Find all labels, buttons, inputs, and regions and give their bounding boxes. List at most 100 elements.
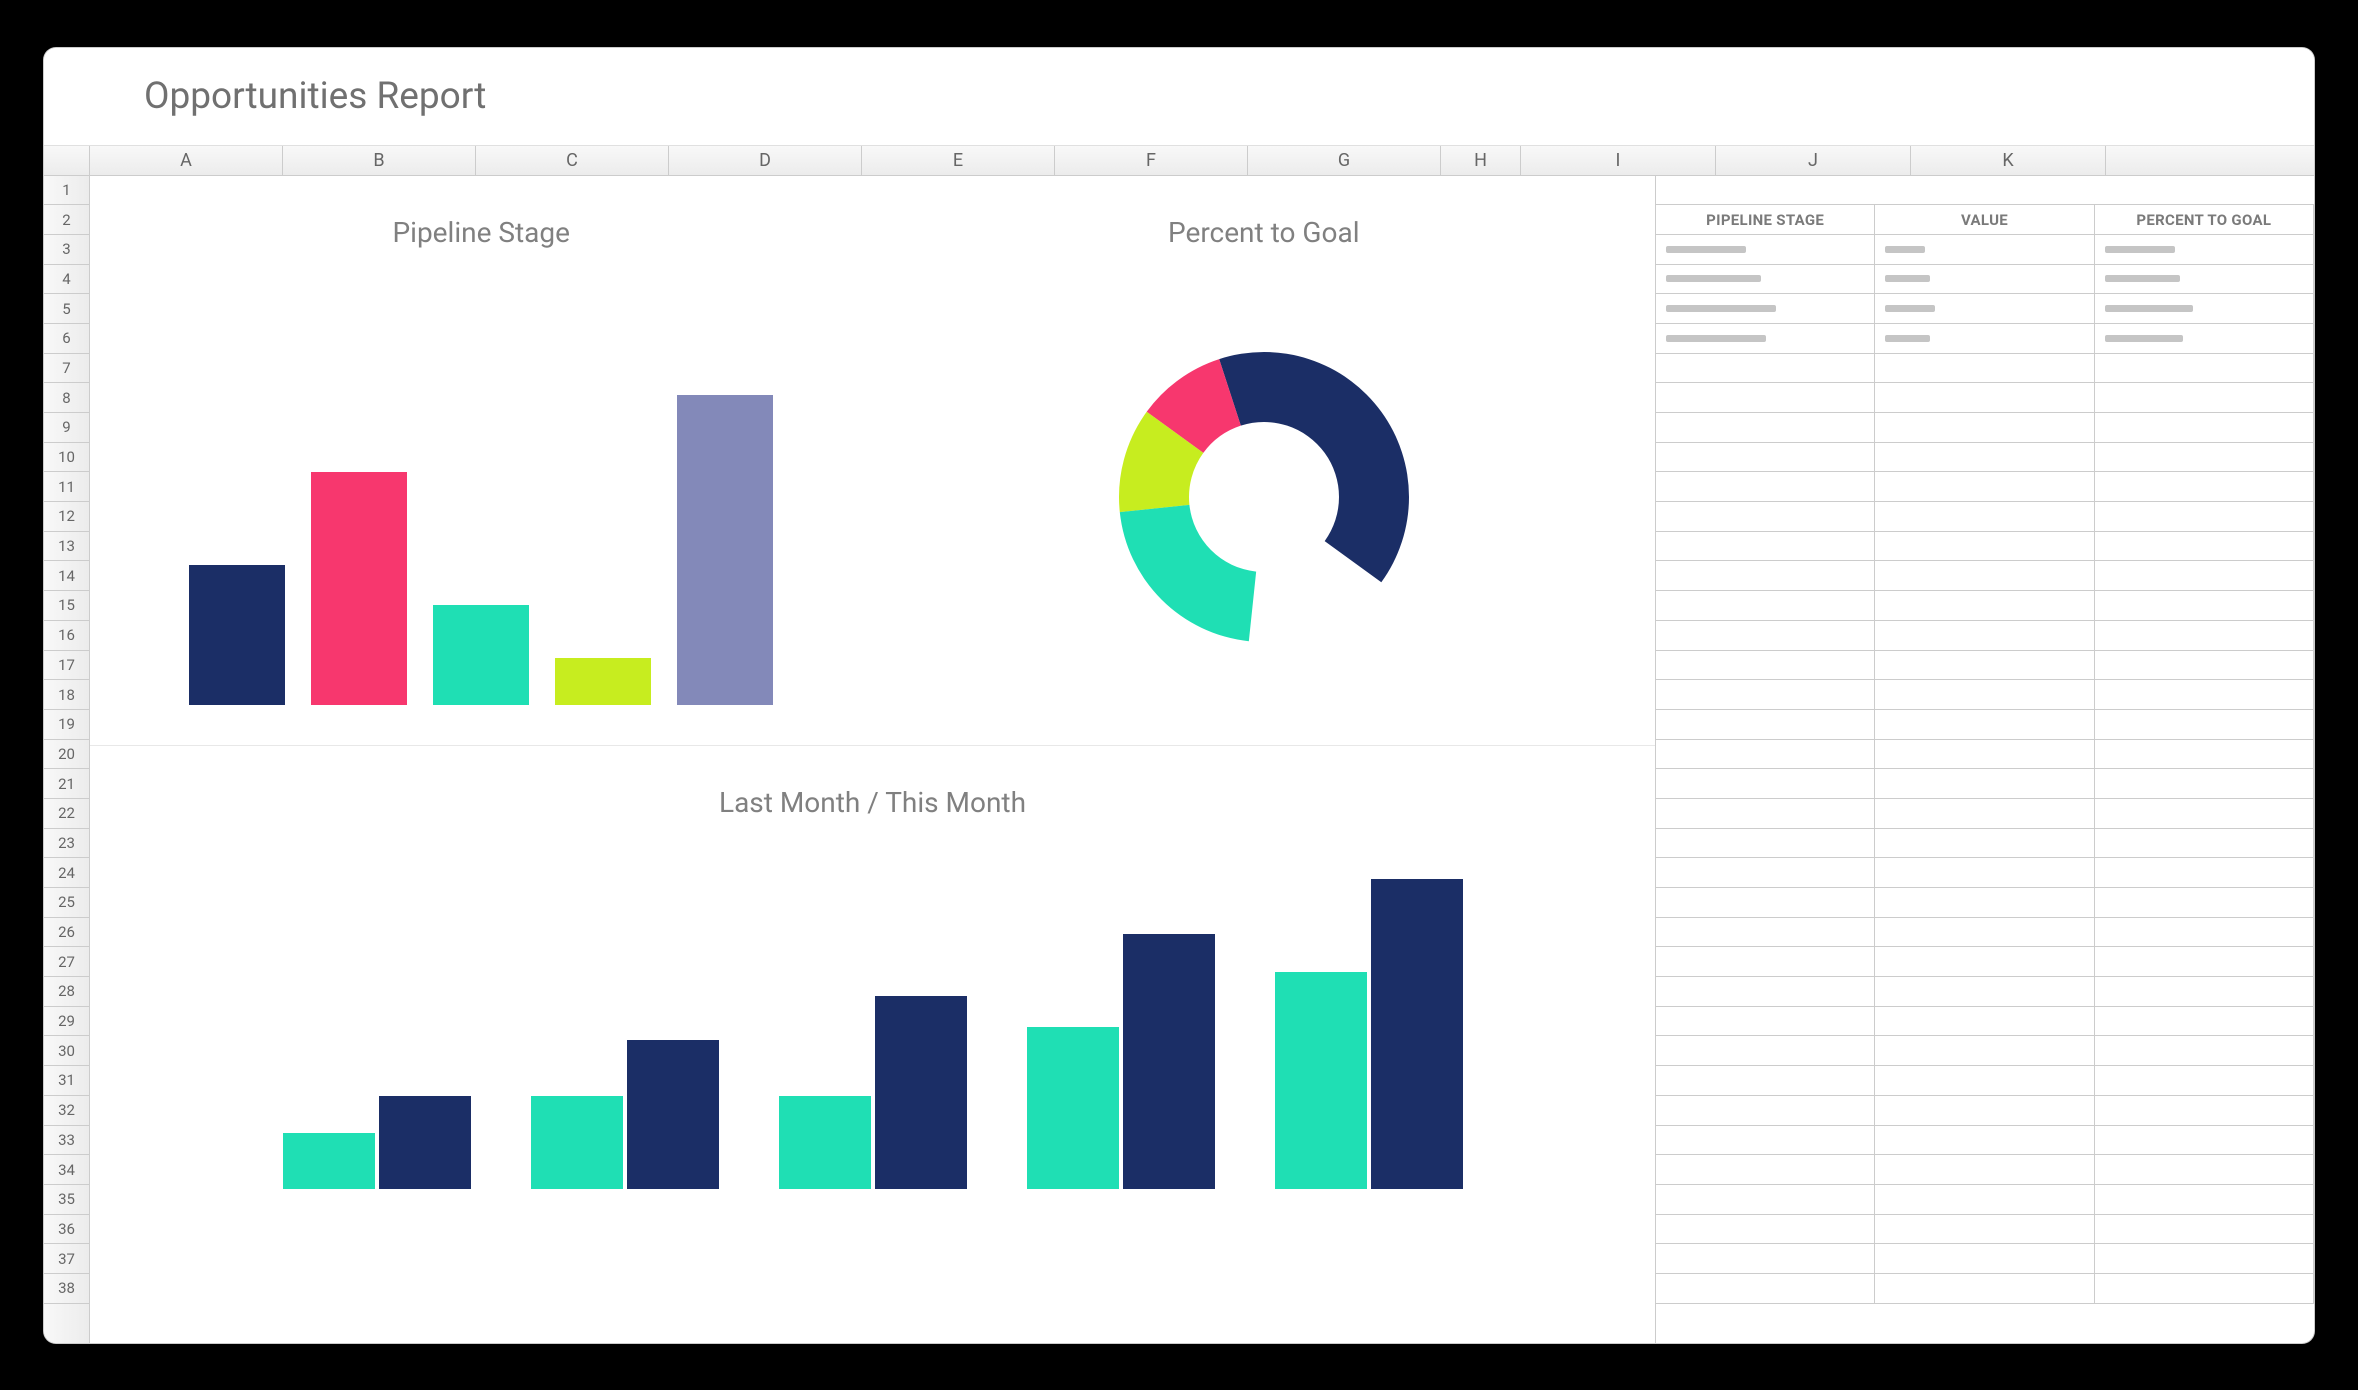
- data-cell[interactable]: [2095, 324, 2314, 353]
- empty-row[interactable]: [1656, 680, 2314, 710]
- empty-row[interactable]: [1656, 413, 2314, 443]
- row-header-16[interactable]: 16: [44, 621, 89, 651]
- data-cell[interactable]: [1875, 235, 2094, 264]
- row-header-17[interactable]: 17: [44, 651, 89, 681]
- empty-cell[interactable]: [2095, 1036, 2314, 1065]
- row-header-4[interactable]: 4: [44, 265, 89, 295]
- data-cell[interactable]: [2095, 294, 2314, 323]
- row-header-22[interactable]: 22: [44, 799, 89, 829]
- empty-cell[interactable]: [2095, 710, 2314, 739]
- empty-cell[interactable]: [2095, 918, 2314, 947]
- empty-cell[interactable]: [1875, 888, 2094, 917]
- row-header-20[interactable]: 20: [44, 740, 89, 770]
- empty-cell[interactable]: [1875, 621, 2094, 650]
- empty-cell[interactable]: [1656, 858, 1875, 887]
- data-header-percent-to-goal[interactable]: PERCENT TO GOAL: [2095, 205, 2314, 234]
- empty-cell[interactable]: [2095, 621, 2314, 650]
- empty-cell[interactable]: [1656, 651, 1875, 680]
- empty-cell[interactable]: [1875, 1244, 2094, 1273]
- empty-cell[interactable]: [1656, 1215, 1875, 1244]
- empty-cell[interactable]: [1656, 532, 1875, 561]
- empty-cell[interactable]: [2095, 413, 2314, 442]
- column-header-J[interactable]: J: [1716, 146, 1911, 175]
- column-header-F[interactable]: F: [1055, 146, 1248, 175]
- data-cell[interactable]: [1875, 265, 2094, 294]
- empty-row[interactable]: [1656, 1185, 2314, 1215]
- empty-row[interactable]: [1656, 1066, 2314, 1096]
- row-header-36[interactable]: 36: [44, 1215, 89, 1245]
- empty-cell[interactable]: [1875, 799, 2094, 828]
- empty-row[interactable]: [1656, 621, 2314, 651]
- empty-cell[interactable]: [1875, 354, 2094, 383]
- empty-cell[interactable]: [2095, 740, 2314, 769]
- empty-cell[interactable]: [1875, 561, 2094, 590]
- column-header-B[interactable]: B: [283, 146, 476, 175]
- empty-cell[interactable]: [1656, 591, 1875, 620]
- empty-cell[interactable]: [2095, 1155, 2314, 1184]
- empty-cell[interactable]: [1875, 858, 2094, 887]
- empty-row[interactable]: [1656, 502, 2314, 532]
- empty-row[interactable]: [1656, 918, 2314, 948]
- row-header-29[interactable]: 29: [44, 1007, 89, 1037]
- empty-cell[interactable]: [1875, 1007, 2094, 1036]
- row-header-35[interactable]: 35: [44, 1185, 89, 1215]
- empty-row[interactable]: [1656, 1096, 2314, 1126]
- empty-cell[interactable]: [1875, 680, 2094, 709]
- column-header-E[interactable]: E: [862, 146, 1055, 175]
- column-header-G[interactable]: G: [1248, 146, 1441, 175]
- empty-cell[interactable]: [2095, 829, 2314, 858]
- row-header-6[interactable]: 6: [44, 324, 89, 354]
- empty-cell[interactable]: [1875, 472, 2094, 501]
- empty-row[interactable]: [1656, 1007, 2314, 1037]
- empty-row[interactable]: [1656, 977, 2314, 1007]
- row-header-32[interactable]: 32: [44, 1096, 89, 1126]
- column-header-H[interactable]: H: [1441, 146, 1521, 175]
- column-header-C[interactable]: C: [476, 146, 669, 175]
- empty-cell[interactable]: [1875, 769, 2094, 798]
- empty-row[interactable]: [1656, 1274, 2314, 1304]
- empty-cell[interactable]: [1656, 1066, 1875, 1095]
- row-header-26[interactable]: 26: [44, 918, 89, 948]
- empty-cell[interactable]: [1656, 1036, 1875, 1065]
- empty-cell[interactable]: [1656, 710, 1875, 739]
- empty-cell[interactable]: [1875, 1274, 2094, 1303]
- empty-cell[interactable]: [1656, 918, 1875, 947]
- corner-cell[interactable]: [44, 146, 90, 175]
- row-header-33[interactable]: 33: [44, 1126, 89, 1156]
- empty-row[interactable]: [1656, 858, 2314, 888]
- empty-cell[interactable]: [2095, 472, 2314, 501]
- empty-cell[interactable]: [1656, 502, 1875, 531]
- empty-cell[interactable]: [2095, 383, 2314, 412]
- empty-cell[interactable]: [2095, 1096, 2314, 1125]
- empty-cell[interactable]: [1875, 1096, 2094, 1125]
- empty-cell[interactable]: [2095, 1066, 2314, 1095]
- empty-cell[interactable]: [2095, 443, 2314, 472]
- row-header-31[interactable]: 31: [44, 1066, 89, 1096]
- empty-cell[interactable]: [1875, 413, 2094, 442]
- empty-row[interactable]: [1656, 947, 2314, 977]
- empty-cell[interactable]: [1656, 1007, 1875, 1036]
- data-row[interactable]: [1656, 265, 2314, 295]
- empty-cell[interactable]: [1875, 1066, 2094, 1095]
- empty-cell[interactable]: [1656, 977, 1875, 1006]
- row-header-5[interactable]: 5: [44, 294, 89, 324]
- empty-cell[interactable]: [1656, 383, 1875, 412]
- empty-cell[interactable]: [2095, 354, 2314, 383]
- empty-cell[interactable]: [1656, 472, 1875, 501]
- empty-row[interactable]: [1656, 1036, 2314, 1066]
- row-header-11[interactable]: 11: [44, 472, 89, 502]
- empty-cell[interactable]: [2095, 888, 2314, 917]
- empty-row[interactable]: [1656, 591, 2314, 621]
- empty-cell[interactable]: [2095, 799, 2314, 828]
- empty-cell[interactable]: [1656, 1244, 1875, 1273]
- empty-cell[interactable]: [2095, 1185, 2314, 1214]
- data-cell[interactable]: [1875, 294, 2094, 323]
- row-header-28[interactable]: 28: [44, 977, 89, 1007]
- row-header-7[interactable]: 7: [44, 354, 89, 384]
- data-header-value[interactable]: VALUE: [1875, 205, 2094, 234]
- empty-cell[interactable]: [1875, 947, 2094, 976]
- empty-cell[interactable]: [2095, 1244, 2314, 1273]
- empty-row[interactable]: [1656, 829, 2314, 859]
- empty-cell[interactable]: [1875, 591, 2094, 620]
- empty-cell[interactable]: [1875, 918, 2094, 947]
